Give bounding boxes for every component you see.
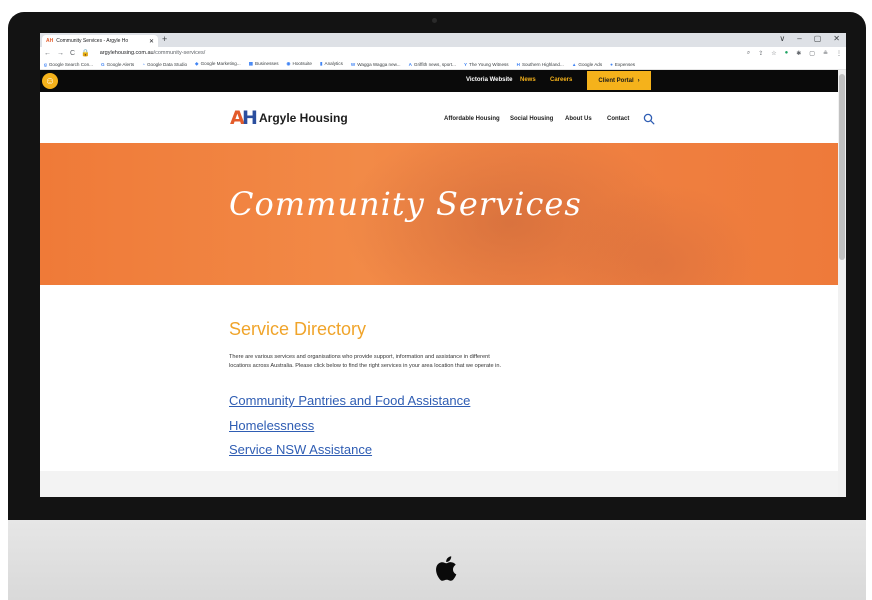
bookmark-item[interactable]: ▲ Google Ads (572, 62, 602, 67)
link-community-pantries[interactable]: Community Pantries and Food Assistance (229, 393, 470, 408)
accessibility-icon[interactable]: ☺ (42, 73, 58, 89)
address-bar[interactable]: argylehousing.com.au/community-services/ (100, 50, 205, 56)
close-window-button[interactable]: ✕ (833, 34, 840, 43)
browser-toolbar-icons: ⌕ ⇪ ☆ ● ✱ ▢ ≗ ⋮ (747, 50, 842, 57)
bookmark-icon: W (350, 61, 356, 67)
zoom-icon[interactable]: ⌕ (747, 50, 750, 57)
scrollbar[interactable] (838, 70, 846, 497)
maximize-button[interactable]: ▢ (814, 34, 822, 43)
bookmark-icon: Y (463, 61, 468, 67)
bookmark-icon: ◉ (286, 61, 291, 66)
bookmark-icon: G (101, 61, 105, 67)
bookmark-item[interactable]: A Griffith news, sport... (409, 62, 456, 67)
intro-text: There are various services and organisat… (229, 354, 502, 369)
extensions-puzzle-icon[interactable]: ✱ (796, 50, 801, 57)
camera-dot (432, 18, 437, 23)
browser-nav-bar: ← → C 🔒 argylehousing.com.au/community-s… (40, 47, 846, 59)
logo-mark-icon: A H (230, 107, 258, 129)
tab-favicon-icon: AH (46, 38, 54, 44)
nav-about-us[interactable]: About Us (565, 116, 592, 122)
bookmark-item[interactable]: ◔ Google Data Studio (142, 62, 187, 67)
bookmark-icon: ◔ (142, 61, 145, 67)
search-icon[interactable] (643, 113, 655, 125)
bookmark-item[interactable]: ◆ Google Marketing... (195, 61, 241, 67)
bookmark-item[interactable]: G Google Alerts (101, 62, 134, 67)
client-portal-button[interactable]: Client Portal › (587, 71, 651, 90)
page-section-divider (40, 471, 846, 497)
careers-link[interactable]: Careers (550, 77, 572, 83)
extension-icon[interactable]: ● (785, 50, 789, 57)
link-service-nsw[interactable]: Service NSW Assistance (229, 442, 372, 457)
news-link[interactable]: News (520, 77, 536, 83)
tab-search-icon[interactable]: ∨ (779, 34, 785, 43)
bookmark-item[interactable]: ▮ Analytics (320, 61, 343, 67)
site-utility-bar: ☺ Victoria Website News Careers Client P… (40, 70, 846, 92)
bookmark-icon: ▲ (571, 61, 577, 67)
browser-tab[interactable]: AH Community Services - Argyle Ho ✕ (42, 35, 158, 47)
bookmark-icon: A (408, 61, 412, 67)
chevron-right-icon: › (637, 77, 640, 84)
bookmark-icon: ▮ (319, 61, 323, 66)
bookmark-item[interactable]: Y The Young Witness (464, 62, 509, 67)
bookmark-icon: ◆ (195, 61, 199, 66)
bookmark-item[interactable]: W Wagga Wagga new... (351, 62, 401, 67)
client-portal-label: Client Portal (598, 77, 634, 84)
bookmark-star-icon[interactable]: ☆ (771, 50, 776, 57)
bookmark-icon: g (44, 61, 47, 67)
back-arrow-icon[interactable]: ← (44, 50, 51, 57)
menu-dots-icon[interactable]: ⋮ (836, 50, 842, 57)
window-controls: ∨ – ▢ ✕ (779, 34, 840, 43)
url-path: /community-services/ (153, 50, 206, 56)
nav-social-housing[interactable]: Social Housing (510, 116, 553, 122)
bookmark-icon: H (516, 61, 520, 67)
lock-icon: 🔒 (81, 50, 90, 57)
url-domain: argylehousing.com.au (99, 50, 154, 56)
main-content: Service Directory There are various serv… (40, 285, 846, 497)
browser-tab-bar: AH Community Services - Argyle Ho ✕ + ∨ … (40, 33, 846, 47)
new-tab-button[interactable]: + (162, 34, 167, 44)
victoria-website-link[interactable]: Victoria Website (466, 77, 512, 83)
minimize-button[interactable]: – (797, 34, 801, 43)
bookmark-icon: ● (610, 61, 613, 67)
bookmark-item[interactable]: ● Expenses (610, 62, 635, 67)
tab-close-icon[interactable]: ✕ (149, 38, 154, 45)
argyle-housing-logo[interactable]: A H Argyle Housing (230, 107, 348, 129)
bookmark-item[interactable]: ▦ Businesses (249, 61, 279, 67)
nav-affordable-housing[interactable]: Affordable Housing (444, 116, 500, 122)
link-homelessness[interactable]: Homelessness (229, 418, 314, 433)
bookmarks-bar: g Google Search Con... G Google Alerts ◔ Go… (40, 59, 846, 70)
scrollbar-thumb[interactable] (839, 74, 845, 260)
site-header: A H Argyle Housing Affordable Housing So… (40, 92, 846, 143)
bookmark-item[interactable]: ◉ Hootsuite (287, 61, 312, 67)
forward-arrow-icon[interactable]: → (57, 50, 64, 57)
logo-text: Argyle Housing (259, 111, 348, 125)
hero-title: Community Services (229, 185, 582, 223)
nav-contact[interactable]: Contact (607, 116, 629, 122)
reload-icon[interactable]: C (70, 50, 75, 57)
sidebar-icon[interactable]: ▢ (809, 50, 815, 57)
bookmark-item[interactable]: H Southern Highland... (517, 62, 564, 67)
bookmark-icon: ▦ (248, 61, 254, 66)
profile-icon[interactable]: ≗ (823, 50, 828, 57)
apple-logo-icon (436, 556, 457, 581)
share-icon[interactable]: ⇪ (758, 50, 763, 57)
hero-banner: Community Services (40, 143, 846, 285)
tab-title: Community Services - Argyle Ho (56, 38, 129, 44)
screen: AH Community Services - Argyle Ho ✕ + ∨ … (40, 33, 846, 497)
page-title: Service Directory (229, 319, 367, 339)
bookmark-item[interactable]: g Google Search Con... (44, 62, 93, 67)
